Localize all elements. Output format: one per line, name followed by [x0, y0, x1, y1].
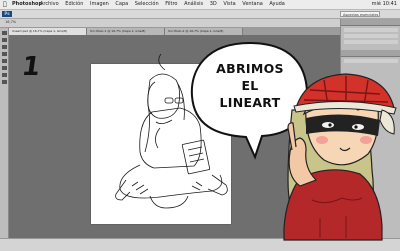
bubble-line-3: LINEART — [219, 95, 281, 110]
bubble-line-1: ABRIMOS — [216, 61, 284, 76]
bubble-line-2: EL — [241, 78, 259, 93]
illustration-overlay — [115, 41, 397, 241]
speech-bubble-text: ABRIMOS EL LINEART — [198, 60, 302, 111]
